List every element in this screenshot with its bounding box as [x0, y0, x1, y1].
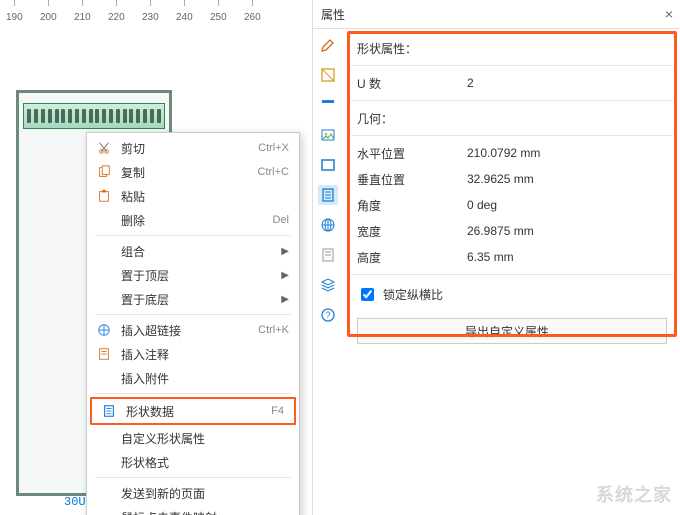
data-icon	[100, 402, 118, 420]
menu-item-label: 组合	[121, 243, 281, 260]
prop-label: 垂直位置	[357, 171, 467, 188]
blank-icon	[95, 508, 113, 515]
prop-row-vpos[interactable]: 垂直位置 32.9625 mm	[351, 166, 673, 192]
prop-value[interactable]: 2	[467, 76, 673, 90]
pencil-icon[interactable]	[318, 35, 338, 55]
menu-item[interactable]: 形状格式	[87, 450, 299, 474]
properties-content: 形状属性： U 数 2 几何： 水平位置 210.0792 mm 垂直位置 32…	[343, 29, 680, 515]
menu-item-label: 发送到新的页面	[121, 485, 289, 502]
menu-item[interactable]: 插入附件	[87, 366, 299, 390]
image-icon[interactable]	[318, 125, 338, 145]
menu-item-label: 复制	[121, 164, 258, 181]
menu-item-label: 剪切	[121, 140, 258, 157]
export-button-label: 导出自定义属性...	[465, 323, 559, 340]
menu-item[interactable]: 置于底层▶	[87, 287, 299, 311]
blank-icon	[95, 453, 113, 471]
menu-item[interactable]: 插入超链接Ctrl+K	[87, 318, 299, 342]
menu-item-label: 鼠标点击事件映射	[121, 509, 289, 515]
menu-shortcut: Ctrl+K	[258, 324, 289, 336]
menu-item-label: 置于顶层	[121, 267, 281, 284]
prop-label: 宽度	[357, 223, 467, 240]
menu-item[interactable]: 删除Del	[87, 208, 299, 232]
properties-panel: 属性 × ? 形状属性： U 数 2 几何：	[312, 0, 680, 515]
panel-title: 属性	[321, 6, 665, 23]
style-icon[interactable]	[318, 65, 338, 85]
submenu-arrow-icon: ▶	[281, 294, 289, 305]
menu-item[interactable]: 粘贴	[87, 184, 299, 208]
layers-icon[interactable]	[318, 275, 338, 295]
menu-item-label: 形状数据	[126, 403, 271, 420]
svg-text:?: ?	[325, 310, 330, 320]
menu-item-label: 粘贴	[121, 188, 289, 205]
paste-icon	[95, 187, 113, 205]
note-icon	[95, 345, 113, 363]
horizontal-ruler: 190 200 210 220 230 240 250 260	[0, 0, 310, 21]
prop-label: 高度	[357, 249, 467, 266]
prop-value[interactable]: 32.9625 mm	[467, 172, 673, 186]
prop-label: 角度	[357, 197, 467, 214]
text-icon[interactable]	[318, 95, 338, 115]
data-icon[interactable]	[318, 185, 338, 205]
panel-tabstrip: ?	[313, 29, 343, 515]
note-icon[interactable]	[318, 245, 338, 265]
blank-icon	[95, 242, 113, 260]
prop-row-height[interactable]: 高度 6.35 mm	[351, 244, 673, 270]
prop-label: 水平位置	[357, 145, 467, 162]
prop-row-hpos[interactable]: 水平位置 210.0792 mm	[351, 140, 673, 166]
context-menu: 剪切Ctrl+X复制Ctrl+C粘贴删除Del组合▶置于顶层▶置于底层▶插入超链…	[86, 132, 300, 515]
menu-item-label: 删除	[121, 212, 272, 229]
menu-item-label: 插入附件	[121, 370, 289, 387]
section-geom-label: 几何：	[357, 110, 467, 127]
menu-shortcut: Del	[272, 214, 289, 226]
section-shape-label: 形状属性：	[357, 40, 467, 57]
help-icon[interactable]: ?	[318, 305, 338, 325]
blank-icon	[95, 484, 113, 502]
menu-shortcut: F4	[271, 405, 284, 417]
prop-value[interactable]: 210.0792 mm	[467, 146, 673, 160]
globe-icon[interactable]	[318, 215, 338, 235]
menu-item[interactable]: 组合▶	[87, 239, 299, 263]
submenu-arrow-icon: ▶	[281, 246, 289, 257]
menu-item[interactable]: 发送到新的页面	[87, 481, 299, 505]
menu-shortcut: Ctrl+X	[258, 142, 289, 154]
prop-row-u-count[interactable]: U 数 2	[351, 70, 673, 96]
lock-aspect-label: 锁定纵横比	[383, 286, 443, 303]
export-custom-props-button[interactable]: 导出自定义属性...	[357, 318, 667, 344]
menu-shortcut: Ctrl+C	[258, 166, 289, 178]
prop-row-width[interactable]: 宽度 26.9875 mm	[351, 218, 673, 244]
blank-icon	[95, 429, 113, 447]
submenu-arrow-icon: ▶	[281, 270, 289, 281]
prop-value[interactable]: 26.9875 mm	[467, 224, 673, 238]
menu-item[interactable]: 形状数据F4	[90, 397, 296, 425]
menu-item-label: 插入超链接	[121, 322, 258, 339]
blank-icon	[95, 211, 113, 229]
menu-item[interactable]: 剪切Ctrl+X	[87, 136, 299, 160]
link-icon	[95, 321, 113, 339]
prop-label: U 数	[357, 75, 467, 92]
prop-row-angle[interactable]: 角度 0 deg	[351, 192, 673, 218]
lock-aspect-input[interactable]	[361, 288, 374, 301]
menu-item-label: 插入注释	[121, 346, 289, 363]
blank-icon	[95, 266, 113, 284]
menu-item[interactable]: 自定义形状属性	[87, 426, 299, 450]
copy-icon	[95, 163, 113, 181]
prop-value[interactable]: 0 deg	[467, 198, 673, 212]
blank-icon	[95, 369, 113, 387]
menu-item[interactable]: 置于顶层▶	[87, 263, 299, 287]
rect-icon[interactable]	[318, 155, 338, 175]
blank-icon	[95, 290, 113, 308]
menu-item-label: 形状格式	[121, 454, 289, 471]
close-icon[interactable]: ×	[665, 6, 673, 22]
menu-item[interactable]: 鼠标点击事件映射	[87, 505, 299, 515]
rack-label: 30U	[64, 495, 86, 509]
patch-panel-shape[interactable]	[23, 103, 165, 129]
menu-item-label: 自定义形状属性	[121, 430, 289, 447]
menu-item[interactable]: 复制Ctrl+C	[87, 160, 299, 184]
lock-aspect-checkbox[interactable]: 锁定纵横比	[351, 279, 673, 310]
cut-icon	[95, 139, 113, 157]
menu-item[interactable]: 插入注释	[87, 342, 299, 366]
menu-item-label: 置于底层	[121, 291, 281, 308]
prop-value[interactable]: 6.35 mm	[467, 250, 673, 264]
